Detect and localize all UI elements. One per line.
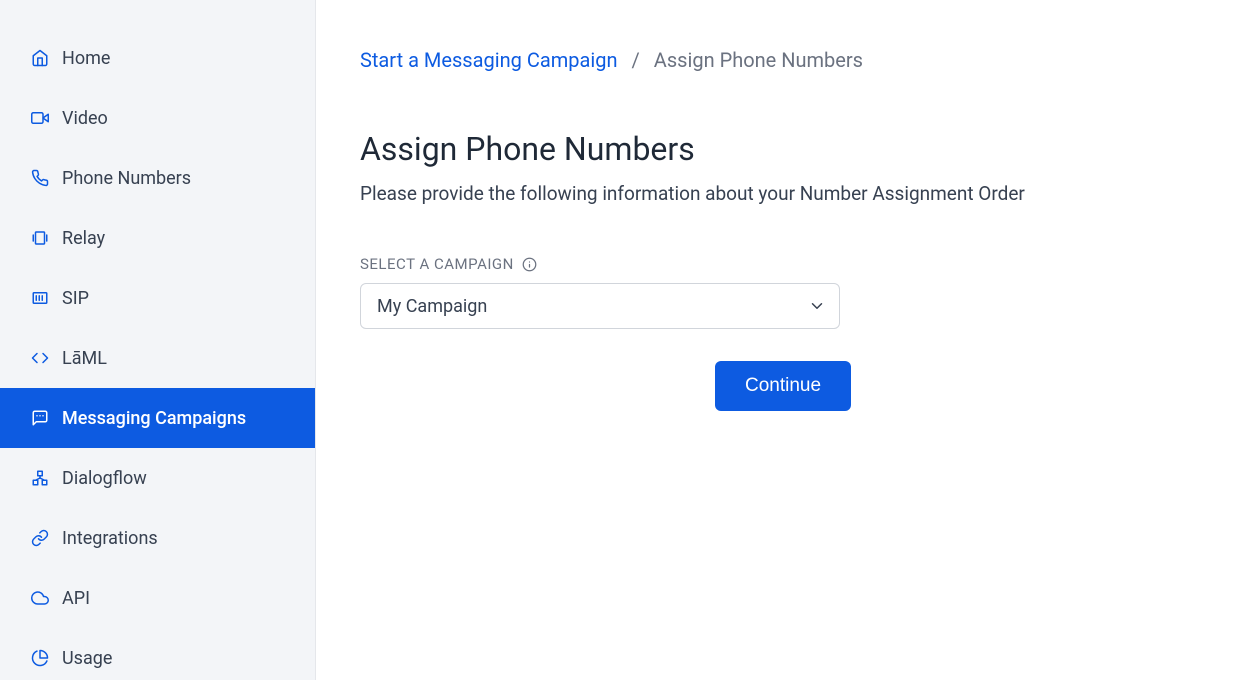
message-icon xyxy=(30,408,50,428)
main-content: Start a Messaging Campaign / Assign Phon… xyxy=(316,0,1249,680)
sidebar-item-video[interactable]: Video xyxy=(0,88,315,148)
sidebar-item-sip[interactable]: SIP xyxy=(0,268,315,328)
sidebar-item-label: LāML xyxy=(62,348,107,369)
sidebar-item-label: Integrations xyxy=(62,528,158,549)
page-subtitle: Please provide the following information… xyxy=(360,182,1201,205)
sidebar-item-usage[interactable]: Usage xyxy=(0,628,315,688)
video-icon xyxy=(30,108,50,128)
pie-chart-icon xyxy=(30,648,50,668)
continue-button[interactable]: Continue xyxy=(715,361,851,411)
breadcrumb: Start a Messaging Campaign / Assign Phon… xyxy=(360,48,1201,72)
link-icon xyxy=(30,528,50,548)
sidebar-item-messaging-campaigns[interactable]: Messaging Campaigns xyxy=(0,388,315,448)
relay-icon xyxy=(30,228,50,248)
cloud-icon xyxy=(30,588,50,608)
breadcrumb-current: Assign Phone Numbers xyxy=(654,48,863,72)
sidebar-item-label: Relay xyxy=(62,228,105,249)
sidebar-item-phone-numbers[interactable]: Phone Numbers xyxy=(0,148,315,208)
sip-icon xyxy=(30,288,50,308)
info-icon[interactable] xyxy=(522,257,537,272)
sidebar-item-label: Messaging Campaigns xyxy=(62,408,246,429)
sidebar: Home Video Phone Numbers Relay SIP LāML xyxy=(0,0,316,680)
phone-icon xyxy=(30,168,50,188)
sidebar-item-label: Phone Numbers xyxy=(62,168,191,189)
breadcrumb-separator: / xyxy=(632,48,640,72)
select-campaign-label: SELECT A CAMPAIGN xyxy=(360,255,1201,273)
breadcrumb-link[interactable]: Start a Messaging Campaign xyxy=(360,48,618,72)
campaign-select[interactable]: My Campaign xyxy=(360,283,840,329)
sidebar-item-label: Usage xyxy=(62,648,112,669)
sidebar-item-home[interactable]: Home xyxy=(0,28,315,88)
sidebar-item-label: API xyxy=(62,588,90,609)
select-campaign-label-text: SELECT A CAMPAIGN xyxy=(360,255,514,273)
sidebar-item-label: Home xyxy=(62,48,110,69)
sidebar-item-label: Dialogflow xyxy=(62,468,147,489)
page-title: Assign Phone Numbers xyxy=(360,130,1201,168)
home-icon xyxy=(30,48,50,68)
sidebar-item-integrations[interactable]: Integrations xyxy=(0,508,315,568)
sidebar-item-relay[interactable]: Relay xyxy=(0,208,315,268)
sidebar-item-label: SIP xyxy=(62,288,89,309)
sidebar-item-label: Video xyxy=(62,108,108,129)
campaign-select-value: My Campaign xyxy=(360,283,840,329)
sidebar-item-laml[interactable]: LāML xyxy=(0,328,315,388)
sidebar-item-api[interactable]: API xyxy=(0,568,315,628)
sidebar-item-dialogflow[interactable]: Dialogflow xyxy=(0,448,315,508)
dialogflow-icon xyxy=(30,468,50,488)
button-row: Continue xyxy=(360,361,1201,411)
code-icon xyxy=(30,348,50,368)
